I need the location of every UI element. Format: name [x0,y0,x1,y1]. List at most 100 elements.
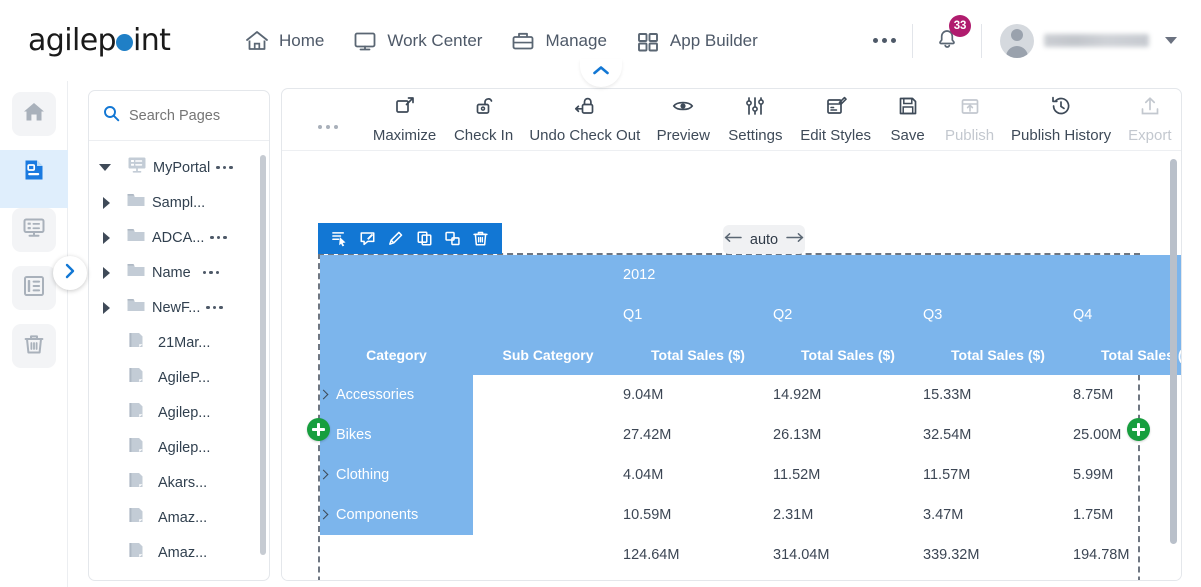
tree-node-menu-icon[interactable] [202,270,220,275]
chevron-right-icon[interactable] [318,389,329,400]
arrow-left-icon[interactable] [724,231,743,249]
expand-sidebar-button[interactable] [53,256,87,290]
tree-scrollbar[interactable] [260,155,266,555]
search-input[interactable] [129,107,249,124]
chevron-right-icon[interactable] [318,509,329,520]
sidebar-item-pages[interactable] [0,150,68,208]
user-menu[interactable] [982,23,1185,58]
maximize-button[interactable]: Maximize [364,91,445,148]
value-cell: 5.99M [1073,467,1114,483]
select-parent-icon[interactable] [331,230,348,247]
chevron-right-icon[interactable] [103,301,110,314]
tree-node-menu-icon[interactable] [206,305,223,310]
category-cell[interactable]: Bikes [318,415,473,455]
pencil-icon[interactable] [387,230,404,247]
width-control[interactable]: auto [723,225,805,254]
add-column-button[interactable] [1127,418,1150,441]
tree-node-sample[interactable]: Sampl... [89,185,269,220]
sidebar-item-recycle-bin[interactable] [0,324,68,382]
settings-button[interactable]: Settings [719,91,791,148]
tree-body: MyPortal Sampl... ADCA... Name NewF... 2… [89,141,269,580]
agilepoint-logo[interactable]: agilep int [0,0,230,81]
canvas-scrollbar[interactable] [1170,159,1177,544]
toolbar-label: Publish History [1011,127,1112,144]
toolbar-label: Publish [944,127,995,144]
tree-node-label: MyPortal [153,159,211,176]
tree-node-adca[interactable]: ADCA... [89,220,269,255]
page-file-icon [127,540,147,565]
chevron-right-icon[interactable] [103,266,110,279]
add-row-button[interactable] [307,418,330,441]
chevron-right-icon[interactable] [103,231,110,244]
copy-icon[interactable] [416,230,433,247]
tree-item-label: Amaz... [158,509,208,526]
check-in-button[interactable]: Check In [445,91,522,148]
nav-item-work-center[interactable]: Work Center [338,23,496,59]
table-header-year-row: 2012 [320,255,1181,295]
category-label: Clothing [336,467,390,483]
tree-item-page[interactable]: Agilep... [89,430,269,465]
preview-button[interactable]: Preview [647,91,719,148]
tree-node-myportal[interactable]: MyPortal [89,150,269,185]
table-row[interactable]: Accessories 9.04M 14.92M 15.33M 8.75M [318,375,1181,415]
value-cell: 27.42M [623,427,672,443]
chevron-down-icon[interactable] [99,164,111,171]
tree-node-name[interactable]: Name [89,255,269,290]
category-cell[interactable]: Components [318,495,473,535]
tree-node-menu-icon[interactable] [216,165,233,170]
tree-node-menu-icon[interactable] [210,235,227,240]
category-cell[interactable]: Clothing [318,455,473,495]
notifications-button[interactable]: 33 [913,15,981,65]
collapse-toolbar-button[interactable] [580,59,622,87]
save-icon [897,95,919,122]
undo-check-out-button[interactable]: Undo Check Out [522,91,647,148]
more-options-icon[interactable] [857,28,912,53]
value-cell: 26.13M [773,427,822,443]
publish-button[interactable]: Publish [936,91,1004,148]
undo-lock-icon [574,95,596,122]
page-file-icon [127,365,147,390]
chevron-right-icon[interactable] [103,196,110,209]
nav-item-home[interactable]: Home [230,23,338,59]
tree-item-page[interactable]: Amaz... [89,500,269,535]
table-row[interactable]: Bikes 27.42M 26.13M 32.54M 25.00M [318,415,1181,455]
top-nav-right-cluster: 33 [857,0,1201,81]
sidebar-item-forms[interactable] [0,208,68,266]
nav-item-label: Work Center [387,30,483,50]
document-icon [21,273,47,304]
nav-item-app-builder[interactable]: App Builder [621,23,772,59]
search-pages-row[interactable] [89,91,269,141]
nav-item-label: Manage [545,30,607,50]
duplicate-icon[interactable] [444,230,461,247]
export-button[interactable]: Export [1119,91,1181,148]
edit-styles-button[interactable]: Edit Styles [792,91,880,148]
tree-item-page[interactable]: Agilep... [89,395,269,430]
nav-item-manage[interactable]: Manage [496,23,620,59]
table-row[interactable]: Components 10.59M 2.31M 3.47M 1.75M [318,495,1181,535]
save-button[interactable]: Save [880,91,936,148]
chevron-up-icon [592,64,610,82]
delete-icon[interactable] [472,230,489,247]
selected-table-container[interactable]: 2012 Q1 Q2 Q3 Q4 Category Sub Category T… [318,253,1181,580]
folder-icon [125,260,147,285]
column-header-measure: Total Sales ($) [923,335,1073,375]
sub-category-cell [473,375,623,415]
publish-history-button[interactable]: Publish History [1003,91,1118,148]
folder-icon [125,225,147,250]
history-icon [1050,95,1072,122]
comment-icon[interactable] [359,230,376,247]
table-row[interactable]: Clothing 4.04M 11.52M 11.57M 5.99M [318,455,1181,495]
tree-item-page[interactable]: Amaz... [89,535,269,570]
app-root: agilep int Home Work Center Manage App B… [0,0,1201,587]
arrow-right-icon[interactable] [785,231,804,249]
table-header-quarter-row: Q1 Q2 Q3 Q4 [320,295,1181,335]
toolbar-overflow-icon[interactable] [318,124,338,129]
category-cell[interactable]: Accessories [318,375,473,415]
chevron-right-icon[interactable] [318,469,329,480]
tree-item-page[interactable]: AgileP... [89,360,269,395]
tree-item-page[interactable]: Akars... [89,465,269,500]
column-header-sub-category: Sub Category [473,335,623,375]
tree-node-newfolder[interactable]: NewF... [89,290,269,325]
tree-item-page[interactable]: 21Mar... [89,325,269,360]
sidebar-item-home[interactable] [0,92,68,150]
